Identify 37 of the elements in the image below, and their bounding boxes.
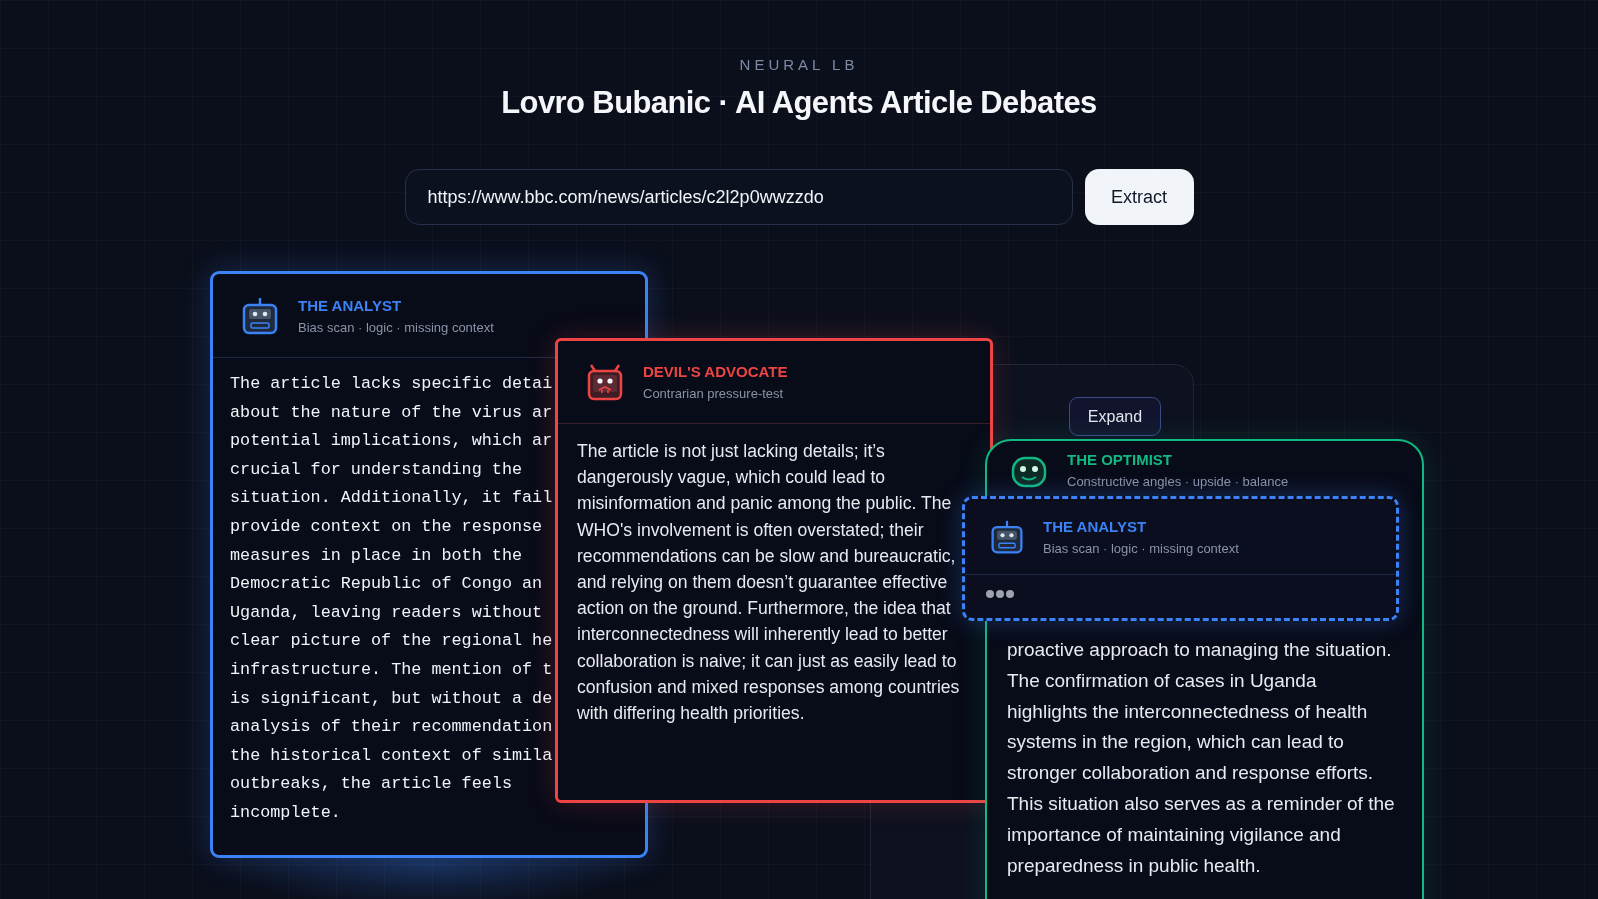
expand-button[interactable]: Expand [1069,397,1161,436]
response-text: The article is not just lacking details; it’s dangerously vague, which could lead to misinformation and panic among the public. The WHO's involvement is often overstated; their recommendations can be slow and bureaucratic, and relying on them doesn’t guarantee effective action on the ground. Furthermore, the idea that interconnectedness will inherently lead to better collaboration is naive; it can just as easily lead to confusion and mixed responses among countries with differing health priorities. [577,440,961,726]
agent-name: THE ANALYST [298,296,403,314]
agent-description: Contrarian pressure-test [643,386,785,401]
devil-robot-icon [585,362,625,402]
response-line: Uganda, leaving readers without [230,601,543,624]
card-header[interactable]: THE OPTIMIST Constructive angles · upside · balance [987,441,1422,495]
agent-description: Constructive angles · upside · balance [1067,474,1289,489]
response-line: clear picture of the regional he [230,630,553,653]
response-line: measures in place in both the [230,544,523,567]
robot-icon [240,295,280,336]
response-line: provide context on the response [230,515,543,538]
robot-icon [989,518,1025,555]
agent-name: THE ANALYST [1043,517,1148,535]
response-line: Democratic Republic of Congo an [230,573,543,596]
response-line: about the nature of the virus ar [230,401,553,424]
extract-button[interactable]: Extract [1084,169,1194,225]
response-line: incomplete. [230,801,341,824]
response-line: the historical context of simila [230,744,553,767]
response-line: infrastructure. The mention of t [230,658,553,681]
response-line: situation. Additionally, it fail [230,487,553,510]
response-line: analysis of their recommendation [230,716,553,739]
response-line: The article lacks specific detai [230,373,553,395]
agent-description: Bias scan · logic · missing context [298,319,494,335]
page-title: Lovro Bubanic · AI Agents Article Debates [501,85,1097,121]
response-line: potential implications, which ar [230,430,553,453]
brand-label: NEURAL LB [739,56,859,73]
response-line: crucial for understanding the [230,458,523,481]
card-header[interactable]: DEVIL'S ADVOCATE Contrarian pressure-test [558,341,990,424]
agent-description: Bias scan · logic · missing context [1043,540,1239,556]
dragged-agent-card[interactable]: THE ANALYST Bias scan · logic · missing context [962,496,1399,621]
response-line: outbreaks, the article feels [230,773,512,796]
response-line: is significant, but without a de [230,687,553,710]
url-field[interactable]: https://www.bbc.com/news/articles/c2l2p0wwzzdo [404,169,1073,225]
agent-name: DEVIL'S ADVOCATE [643,363,788,380]
agent-name: THE OPTIMIST [1067,451,1173,468]
response-text: proactive approach to managing the situation. The confirmation of cases in Uganda highlights the interconnectedness of health systems in the region, which can lead to stronger collaboration and response efforts. This situation also serves as a reminder of the importance of maintaining vigilance and preparedness in public health. [1007,638,1395,878]
